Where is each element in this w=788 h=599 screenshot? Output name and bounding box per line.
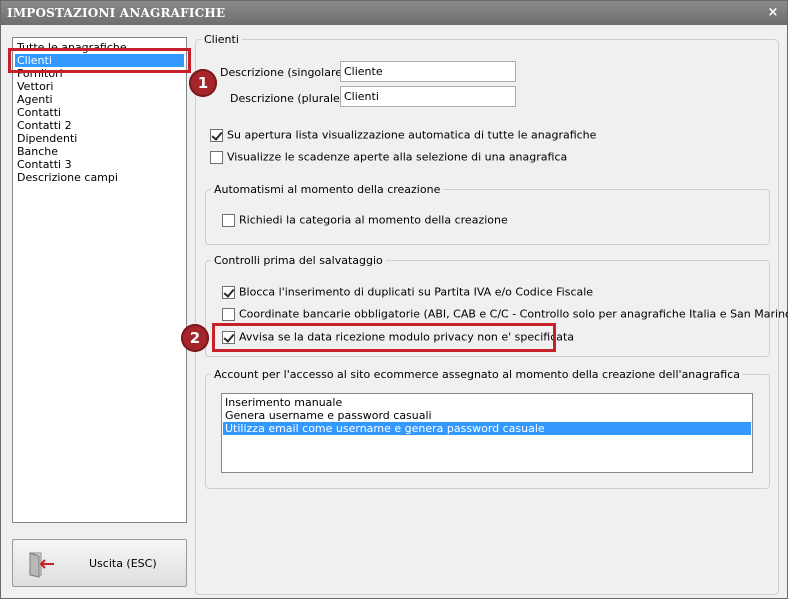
account-title: Account per l'accesso al sito ecommerce …: [214, 368, 740, 381]
opt-duplicati-row[interactable]: Blocca l'inserimento di duplicati su Par…: [222, 285, 593, 300]
highlight-clienti: [8, 48, 191, 73]
opt-auto-view-checkbox[interactable]: [210, 128, 223, 142]
account-option-manuale[interactable]: Inserimento manuale: [223, 396, 751, 409]
list-item-banche[interactable]: Banche: [15, 145, 184, 158]
opt-categoria-checkbox[interactable]: [222, 213, 235, 227]
opt-scadenze-row[interactable]: Visualizze le scadenze aperte alla selez…: [210, 150, 567, 165]
settings-window: IMPOSTAZIONI ANAGRAFICHE × Tutte le anag…: [0, 0, 788, 599]
opt-auto-view-label: Su apertura lista visualizzazione automa…: [227, 128, 597, 142]
opt-coordinate-label: Coordinate bancarie obbligatorie (ABI, C…: [239, 307, 788, 321]
list-item-dipendenti[interactable]: Dipendenti: [15, 132, 184, 145]
desc-plurale-input[interactable]: Clienti: [340, 86, 516, 107]
opt-auto-view-row[interactable]: Su apertura lista visualizzazione automa…: [210, 128, 596, 143]
opt-coordinate-row[interactable]: Coordinate bancarie obbligatorie (ABI, C…: [222, 307, 788, 322]
close-icon[interactable]: ×: [765, 1, 781, 25]
list-item-vettori[interactable]: Vettori: [15, 80, 184, 93]
opt-scadenze-checkbox[interactable]: [210, 150, 223, 164]
list-item-contatti-3[interactable]: Contatti 3: [15, 158, 184, 171]
desc-plurale-label: Descrizione (plurale) :: [230, 92, 352, 105]
annotation-badge-1: 1: [189, 69, 217, 97]
automatismi-title: Automatismi al momento della creazione: [214, 183, 441, 196]
desc-singolare-label: Descrizione (singolare) :: [220, 66, 354, 79]
highlight-privacy: [212, 323, 556, 352]
annotation-badge-2: 2: [181, 324, 209, 352]
opt-categoria-row[interactable]: Richiedi la categoria al momento della c…: [222, 213, 508, 228]
account-option-email[interactable]: Utilizza email come username e genera pa…: [223, 422, 751, 435]
opt-duplicati-label: Blocca l'inserimento di duplicati su Par…: [239, 285, 594, 299]
clienti-group-title: Clienti: [204, 33, 239, 46]
anagrafiche-list[interactable]: Tutte le anagrafiche Clienti Fornitori V…: [12, 37, 187, 523]
list-item-agenti[interactable]: Agenti: [15, 93, 184, 106]
window-title: IMPOSTAZIONI ANAGRAFICHE: [7, 6, 226, 20]
desc-singolare-input[interactable]: Cliente: [340, 61, 516, 82]
account-options-list[interactable]: Inserimento manuale Genera username e pa…: [221, 393, 753, 473]
opt-categoria-label: Richiedi la categoria al momento della c…: [239, 213, 508, 227]
list-item-descrizione-campi[interactable]: Descrizione campi: [15, 171, 184, 184]
account-option-casuali[interactable]: Genera username e password casuali: [223, 409, 751, 422]
exit-button-label: Uscita (ESC): [89, 557, 157, 570]
list-item-contatti[interactable]: Contatti: [15, 106, 184, 119]
opt-coordinate-checkbox[interactable]: [222, 307, 235, 321]
title-bar: IMPOSTAZIONI ANAGRAFICHE ×: [1, 1, 787, 25]
controlli-title: Controlli prima del salvataggio: [214, 254, 383, 267]
exit-button[interactable]: Uscita (ESC): [12, 539, 187, 587]
list-item-contatti-2[interactable]: Contatti 2: [15, 119, 184, 132]
opt-duplicati-checkbox[interactable]: [222, 285, 235, 299]
opt-scadenze-label: Visualizze le scadenze aperte alla selez…: [227, 150, 568, 164]
exit-door-icon: [29, 552, 54, 578]
